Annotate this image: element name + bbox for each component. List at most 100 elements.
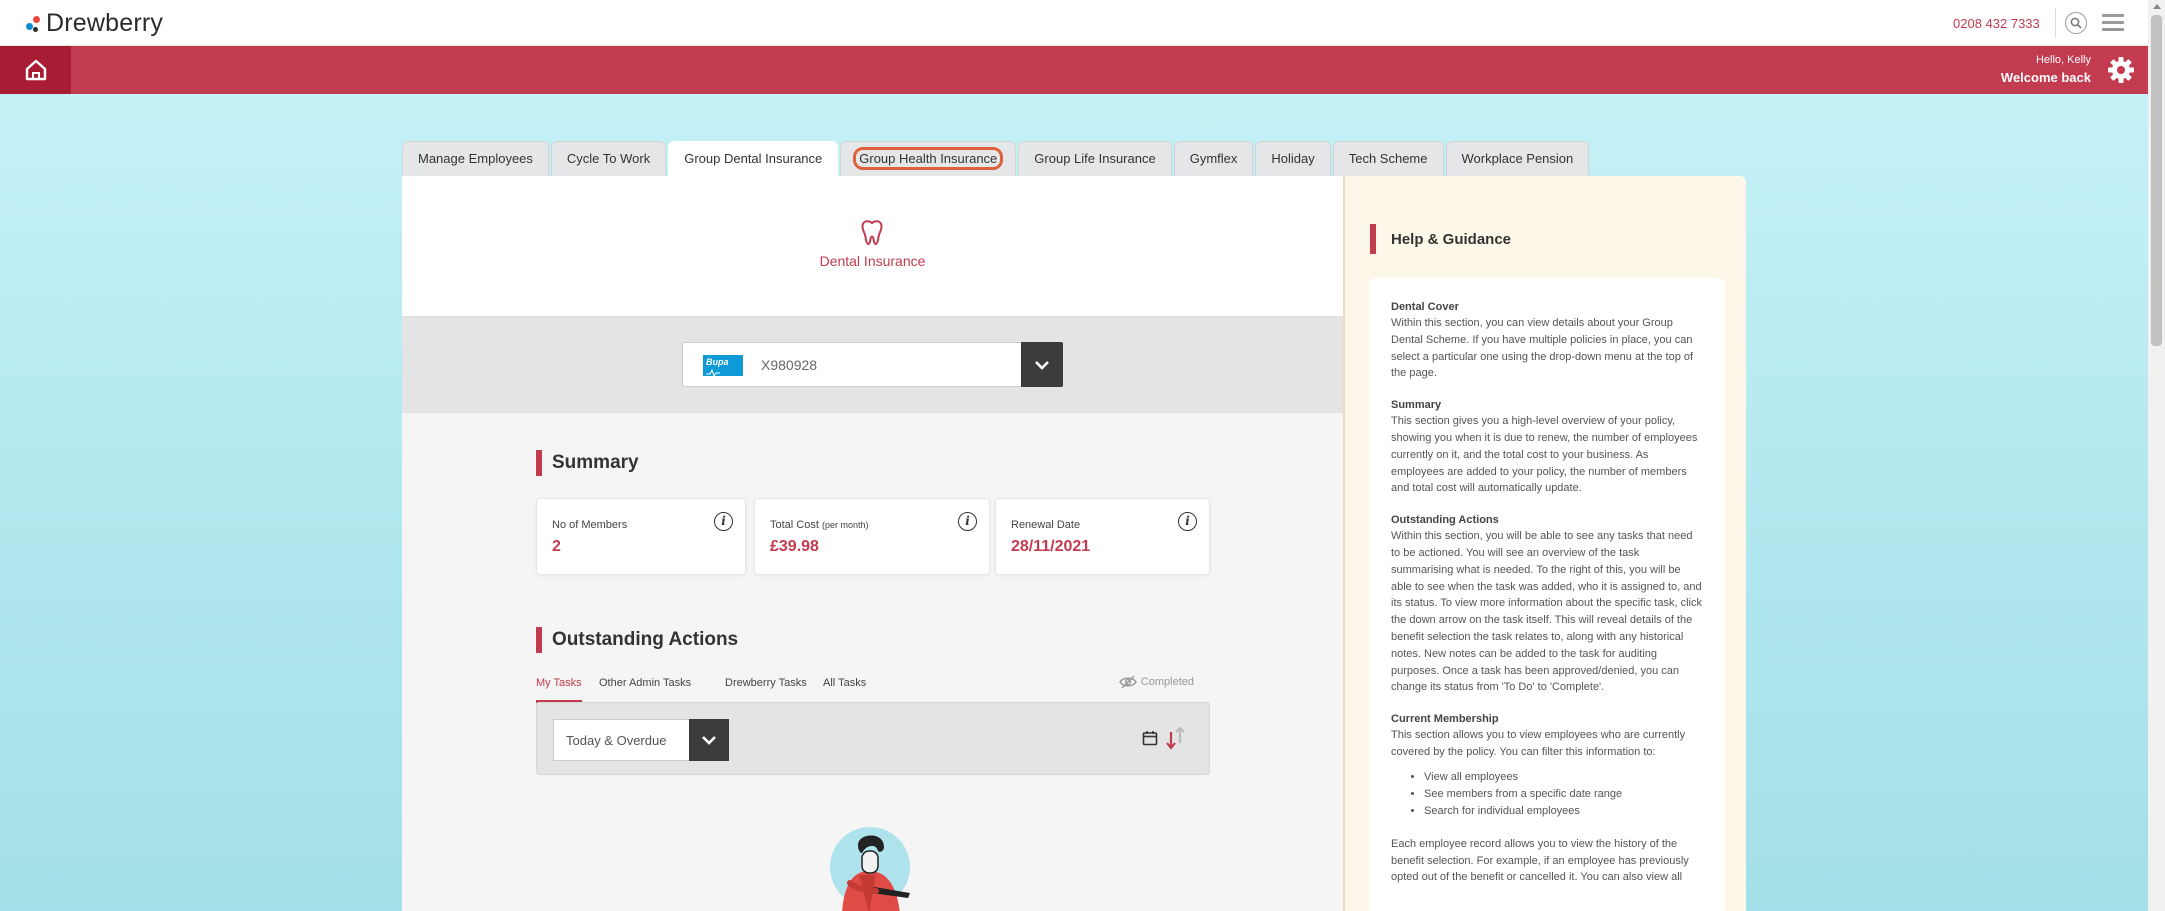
divider — [2055, 8, 2056, 38]
home-button[interactable] — [0, 46, 71, 94]
tab-label: Cycle To Work — [566, 151, 651, 166]
page-header: Dental Insurance — [402, 176, 1343, 317]
date-filter-value: Today & Overdue — [566, 733, 667, 748]
policy-dropdown-button[interactable] — [1021, 342, 1063, 387]
tab-workplace-pension[interactable]: Workplace Pension — [1445, 141, 1590, 176]
greeting: Hello, Kelly Welcome back — [2001, 54, 2091, 85]
search-icon — [2070, 17, 2082, 29]
renewal-date-value: 28/11/2021 — [1011, 538, 1091, 555]
card-sublabel: (per month) — [821, 520, 869, 530]
tab-group-health-insurance[interactable]: Group Health Insurance — [840, 141, 1017, 176]
tab-all-tasks[interactable]: All Tasks — [823, 677, 866, 689]
calendar-icon[interactable] — [1142, 730, 1158, 746]
outstanding-actions-title: Outstanding Actions — [552, 629, 739, 650]
heading-accent — [536, 627, 542, 653]
completed-toggle[interactable]: Completed — [1118, 675, 1194, 689]
card-label: Total Cost (per month) — [770, 519, 869, 531]
page-scrollbar[interactable] — [2148, 0, 2165, 911]
gear-icon[interactable] — [2107, 56, 2135, 84]
tab-group-life-insurance[interactable]: Group Life Insurance — [1018, 141, 1172, 176]
members-card: No of Members 2 i — [536, 498, 746, 575]
bupa-logo: Bupa — [703, 355, 743, 377]
tab-drewberry-tasks[interactable]: Drewberry Tasks — [725, 677, 807, 689]
tab-label: Tech Scheme — [1348, 151, 1428, 166]
info-icon[interactable]: i — [958, 512, 977, 531]
help-content: Dental Cover Within this section, you ca… — [1369, 278, 1725, 911]
chevron-down-icon — [1035, 360, 1049, 370]
help-section-body: Within this section, you can view detail… — [1391, 317, 1694, 380]
bupa-logo-text: Bupa — [706, 357, 729, 367]
help-section-title: Current Membership — [1391, 713, 1499, 726]
page-title: Dental Insurance — [819, 253, 926, 269]
eye-slash-icon — [1118, 675, 1137, 689]
summary-heading: Summary — [536, 450, 639, 476]
policy-select[interactable]: Bupa X980928 — [682, 342, 1063, 387]
tab-my-tasks[interactable]: My Tasks — [536, 677, 582, 689]
tab-gymflex[interactable]: Gymflex — [1173, 141, 1254, 176]
home-icon — [25, 59, 46, 81]
info-icon[interactable]: i — [714, 512, 733, 531]
renewal-date-card: Renewal Date 28/11/2021 i — [995, 498, 1210, 575]
tab-cycle-to-work[interactable]: Cycle To Work — [550, 141, 667, 176]
list-item: View all employees — [1424, 769, 1703, 786]
tooth-icon — [861, 220, 883, 245]
help-section-title: Dental Cover — [1391, 301, 1459, 313]
policy-select-band: Bupa X980928 — [402, 317, 1343, 413]
empty-state-illustration — [830, 827, 910, 911]
search-button[interactable] — [2065, 12, 2087, 34]
card-label-text: Renewal Date — [1011, 519, 1081, 531]
chevron-down-icon — [702, 736, 716, 745]
total-cost-card: Total Cost (per month) £39.98 i — [754, 498, 990, 575]
help-section-body: This section gives you a high-level over… — [1391, 415, 1698, 495]
brand-name: Drewberry — [46, 9, 164, 37]
tab-group-dental-insurance[interactable]: Group Dental Insurance — [668, 141, 839, 176]
tab-manage-employees[interactable]: Manage Employees — [402, 141, 549, 176]
help-section-body: This section allows you to view employee… — [1391, 729, 1686, 758]
scrollbar-thumb[interactable] — [2151, 15, 2162, 346]
menu-icon[interactable] — [2102, 14, 2124, 32]
help-section-body: Within this section, you will be able to… — [1391, 530, 1702, 694]
main-panel: Dental Insurance Bupa X980928 Summary No… — [402, 176, 1343, 911]
scroll-up-icon[interactable] — [2153, 4, 2161, 9]
task-tabs: My Tasks Other Admin Tasks Drewberry Tas… — [536, 675, 1210, 703]
tab-label: Workplace Pension — [1461, 151, 1574, 166]
info-icon[interactable]: i — [1178, 512, 1197, 531]
phone-number[interactable]: 0208 432 7333 — [1953, 16, 2040, 31]
heading-accent — [1370, 224, 1376, 254]
list-item: See members from a specific date range — [1424, 786, 1703, 803]
card-label-text: No of Members — [552, 519, 628, 531]
list-item: Search for individual employees — [1424, 803, 1703, 820]
tab-label: Holiday — [1271, 151, 1315, 166]
policy-number: X980928 — [761, 357, 818, 373]
benefit-tabs: Manage Employees Cycle To Work Group Den… — [402, 141, 1591, 176]
outstanding-actions-heading: Outstanding Actions — [536, 627, 738, 653]
task-filter-bar: Today & Overdue — [536, 702, 1210, 775]
tab-holiday[interactable]: Holiday — [1255, 141, 1331, 176]
date-filter-dropdown-button[interactable] — [689, 719, 729, 761]
sort-icon[interactable] — [1165, 726, 1187, 750]
greeting-name: Hello, Kelly — [2035, 54, 2091, 66]
help-section-title: Outstanding Actions — [1391, 514, 1499, 527]
members-value: 2 — [552, 538, 561, 555]
help-list: View all employees See members from a sp… — [1424, 769, 1703, 820]
tab-label: Group Health Insurance — [853, 147, 1004, 170]
tab-label: Gymflex — [1189, 151, 1238, 166]
heading-accent — [536, 450, 542, 476]
heartbeat-icon — [706, 368, 720, 377]
tab-label: Group Dental Insurance — [684, 151, 823, 166]
tab-other-admin-tasks[interactable]: Other Admin Tasks — [599, 677, 691, 689]
brand-logo[interactable]: Drewberry — [24, 9, 163, 38]
logo-dots-icon — [24, 13, 42, 35]
tab-tech-scheme[interactable]: Tech Scheme — [1332, 141, 1444, 176]
tab-label: Group Life Insurance — [1034, 151, 1156, 166]
date-filter-select[interactable]: Today & Overdue — [553, 719, 729, 761]
welcome-text: Welcome back — [2000, 70, 2091, 85]
user-bar: Hello, Kelly Welcome back — [0, 46, 2148, 94]
card-label: No of Members — [552, 519, 627, 531]
help-title: Help & Guidance — [1391, 230, 1512, 248]
help-section-title: Summary — [1391, 399, 1442, 412]
card-label: Renewal Date — [1011, 519, 1080, 531]
card-label-text: Total Cost — [770, 519, 819, 531]
completed-label: Completed — [1140, 676, 1194, 688]
help-panel: Help & Guidance Dental Cover Within this… — [1343, 176, 1746, 911]
